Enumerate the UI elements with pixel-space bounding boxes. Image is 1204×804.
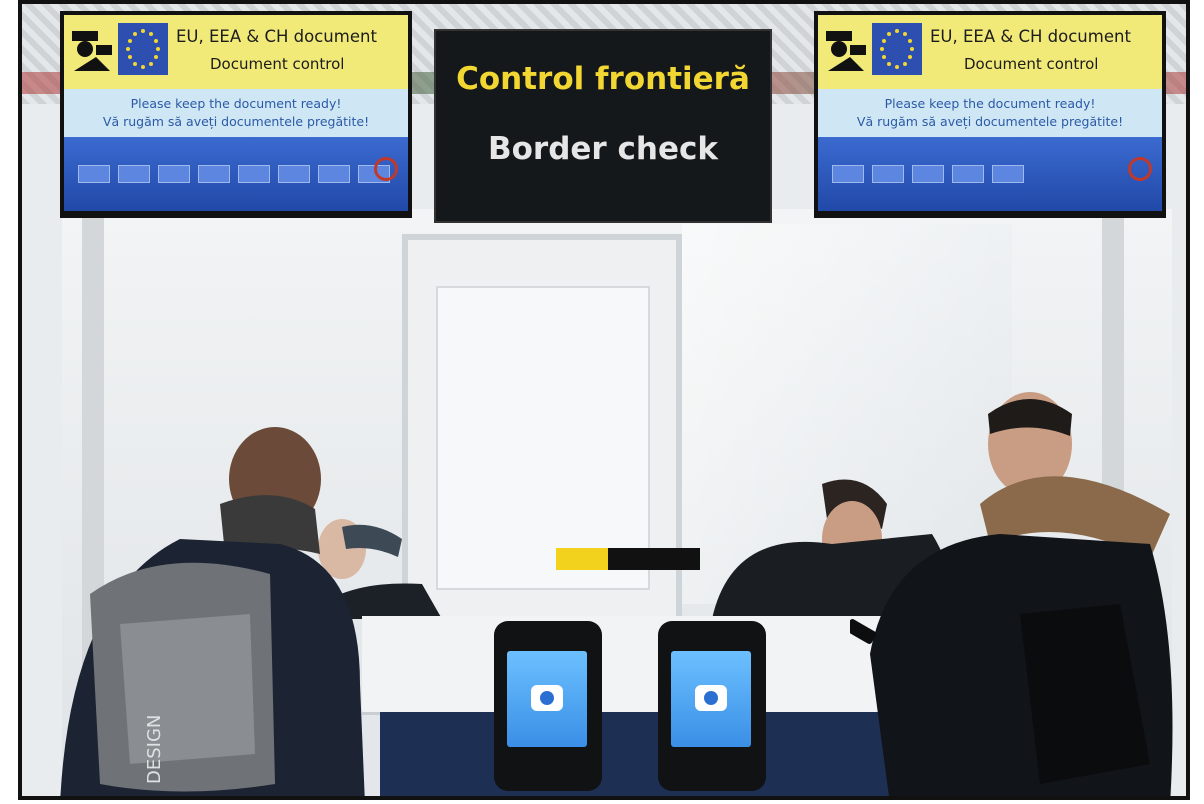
eu-flag-icon [118, 23, 168, 75]
border-check-sign: Control frontieră Border check [434, 29, 772, 223]
warning-sticker [556, 548, 700, 570]
info-monitor-left: EU, EEA & CH document Document control P… [60, 11, 412, 218]
monitor-message-ro: Vă rugăm să aveți documentele pregătite! [856, 114, 1124, 129]
eu-flag-icon [872, 23, 922, 75]
passport-scanner-right [658, 621, 766, 791]
media-controls [832, 165, 1024, 183]
officer-icon [72, 31, 112, 71]
camera-icon [695, 685, 727, 711]
traveler-right [850, 392, 1173, 796]
play-icon [78, 165, 110, 183]
backpack-brand: DESIGN [144, 715, 165, 784]
zoom-out-icon [952, 165, 984, 183]
scanner-screen [671, 651, 751, 747]
monitor-message: Please keep the document ready! Vă rugăm… [818, 89, 1162, 137]
no-photo-icon [374, 157, 398, 181]
passport-scanner-left [494, 621, 602, 791]
monitor-header: EU, EEA & CH document Document control [818, 15, 1162, 89]
next-icon [158, 165, 190, 183]
monitor-header: EU, EEA & CH document Document control [64, 15, 408, 89]
prev-icon [118, 165, 150, 183]
monitor-message-ro: Vă rugăm să aveți documentele pregătite! [102, 114, 370, 129]
monitor-message-en: Please keep the document ready! [130, 96, 342, 111]
music-icon [278, 165, 310, 183]
monitor-title: EU, EEA & CH document [176, 27, 377, 46]
officer-icon [826, 31, 866, 71]
playlist-icon [318, 165, 350, 183]
sign-title-english: Border check [488, 131, 718, 167]
photo-frame: EU, EEA & CH document Document control P… [18, 0, 1190, 800]
counter-base [380, 712, 920, 796]
monitor-title: EU, EEA & CH document [930, 27, 1131, 46]
door-panel [436, 286, 650, 590]
forward-icon [872, 165, 904, 183]
fullscreen-icon [992, 165, 1024, 183]
monitor-message-en: Please keep the document ready! [884, 96, 1096, 111]
info-monitor-right: EU, EEA & CH document Document control P… [814, 11, 1166, 218]
media-player-bar [818, 137, 1162, 211]
warning-triangle-icon [556, 548, 608, 570]
repeat-icon [238, 165, 270, 183]
stop-icon [198, 165, 230, 183]
media-controls [78, 165, 390, 183]
zoom-in-icon [912, 165, 944, 183]
scanner-screen [507, 651, 587, 747]
no-photo-icon [1128, 157, 1152, 181]
monitor-subtitle: Document control [964, 55, 1099, 73]
camera-icon [531, 685, 563, 711]
traveler-left: DESIGN [60, 427, 365, 796]
sign-title-romanian: Control frontieră [456, 61, 750, 97]
monitor-subtitle: Document control [210, 55, 345, 73]
rewind-icon [832, 165, 864, 183]
media-player-bar [64, 137, 408, 211]
monitor-message: Please keep the document ready! Vă rugăm… [64, 89, 408, 137]
